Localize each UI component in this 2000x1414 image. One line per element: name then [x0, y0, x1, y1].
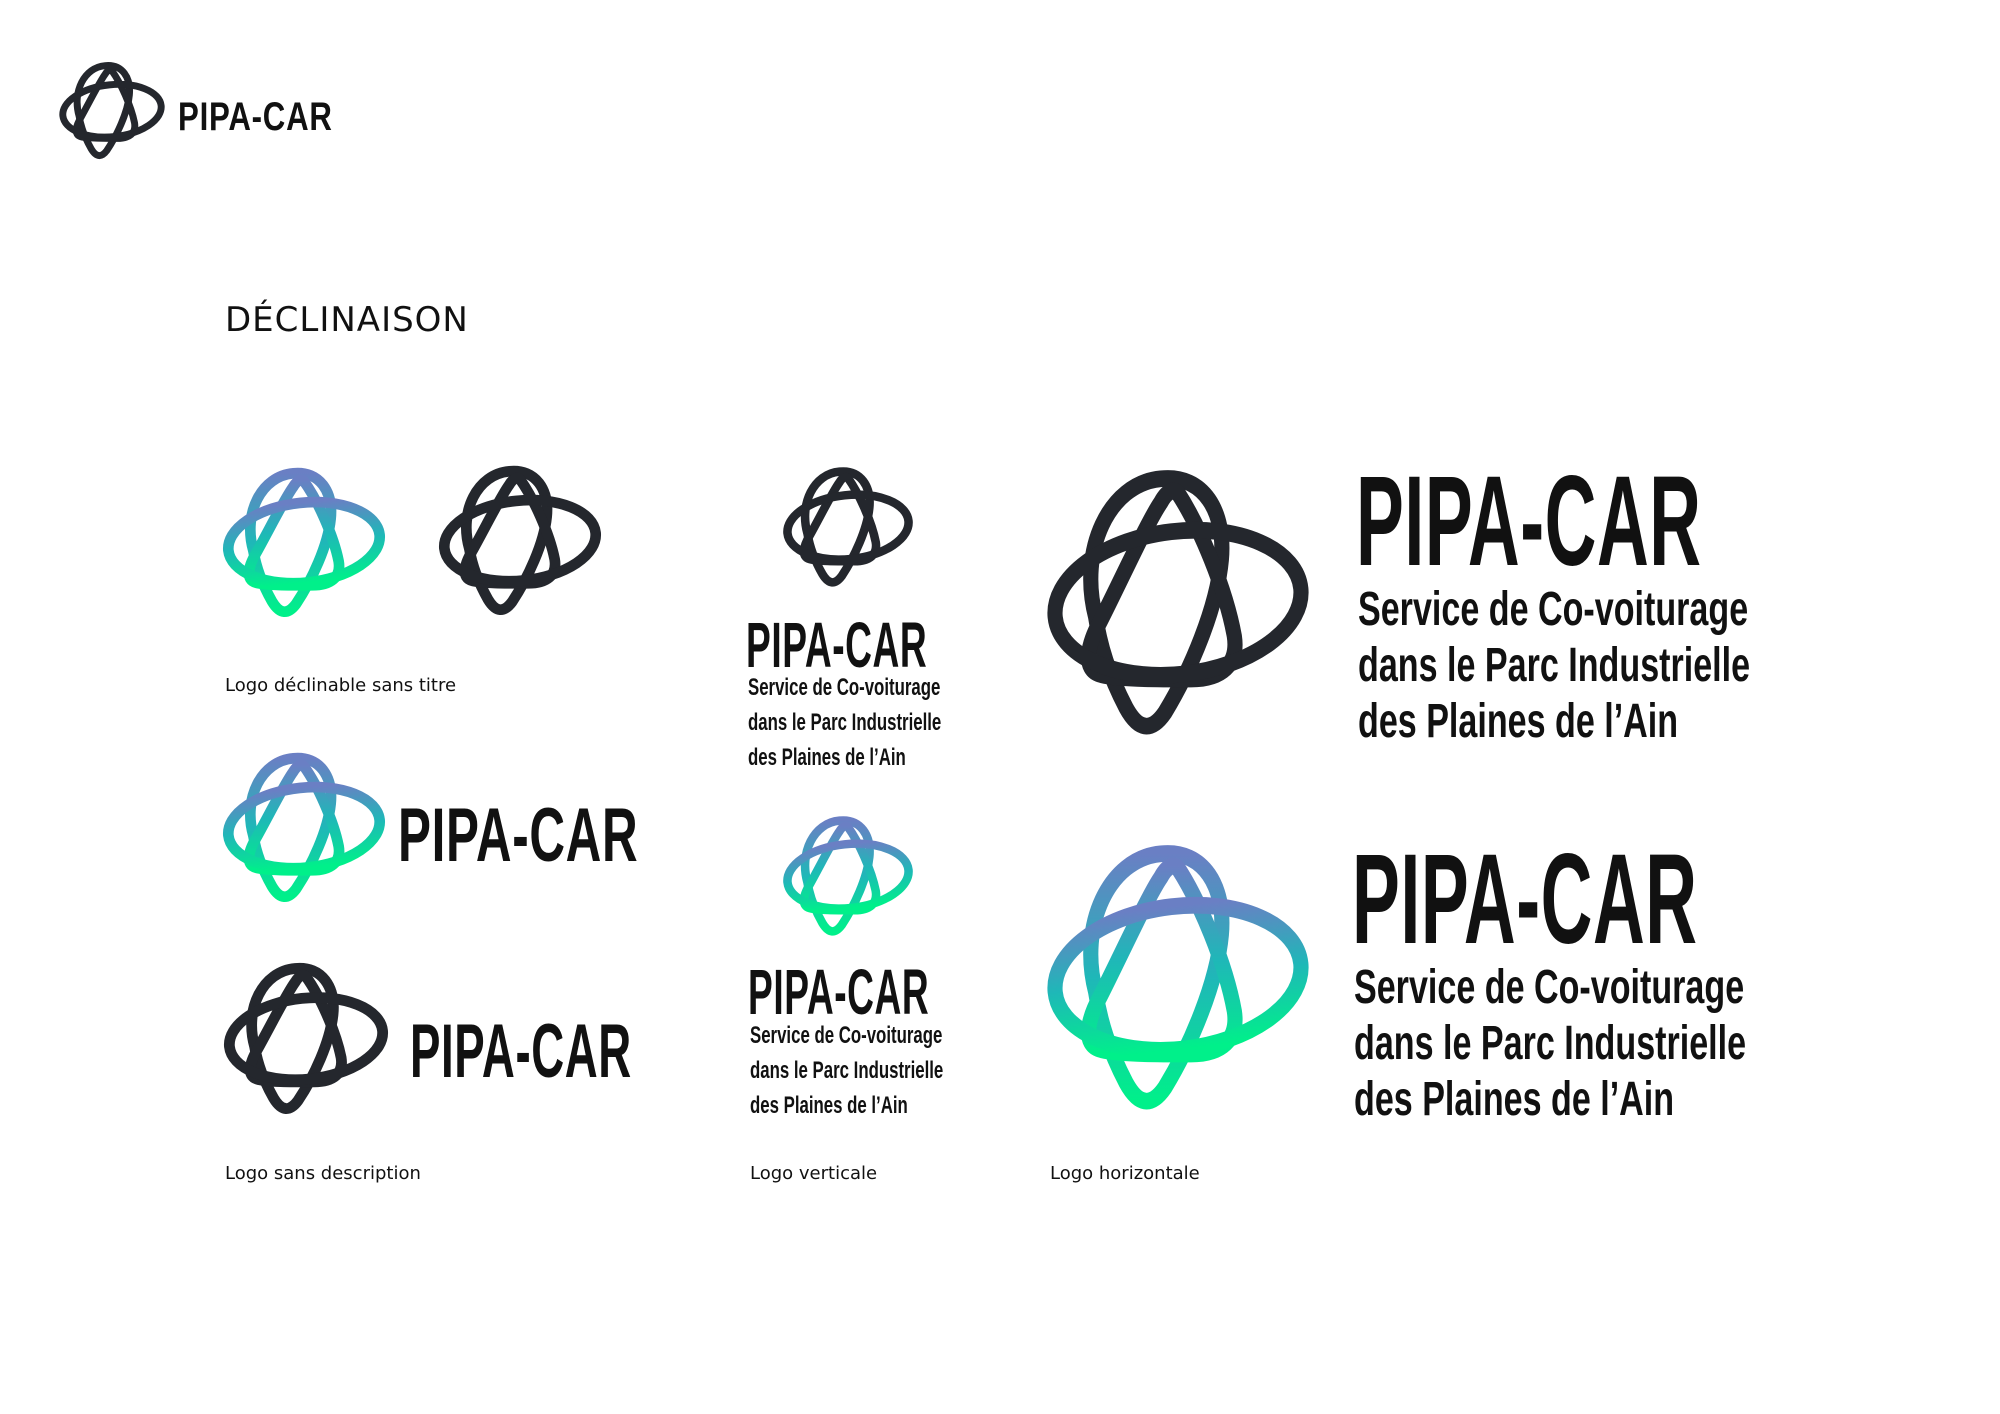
vertical-dark-logo-icon: [782, 461, 914, 589]
gradient-logo-icon: [223, 460, 385, 620]
caption-horizontale: Logo horizontale: [1050, 1163, 1200, 1184]
vertical-gradient-wordmark: PIPA-CAR: [748, 956, 930, 1028]
dark-logo-wordmark: PIPA-CAR: [410, 1009, 632, 1094]
vertical-gradient-description-line-2: dans le Parc Industrielle: [750, 1057, 944, 1084]
vertical-dark-description-line-1: Service de Co-voiturage: [748, 674, 941, 701]
caption-sans-description: Logo sans description: [225, 1163, 421, 1184]
vertical-gradient-description-line-1: Service de Co-voiturage: [750, 1022, 943, 1049]
horizontal-gradient-logo-icon: [1048, 830, 1308, 1116]
horizontal-gradient-description-line-1: Service de Co-voiturage: [1354, 961, 1745, 1014]
horizontal-gradient-description-line-2: dans le Parc Industrielle: [1354, 1017, 1747, 1070]
horizontal-dark-description-line-3: des Plaines de l’Ain: [1358, 695, 1679, 748]
horizontal-gradient-description-line-3: des Plaines de l’Ain: [1354, 1073, 1675, 1126]
horizontal-dark-logo-icon: [1048, 455, 1308, 741]
dark-logo-with-name-icon: [223, 955, 389, 1117]
horizontal-dark-wordmark: PIPA-CAR: [1356, 450, 1702, 593]
gradient-logo-wordmark: PIPA-CAR: [398, 793, 639, 878]
horizontal-dark-description-line-1: Service de Co-voiturage: [1358, 583, 1749, 636]
gradient-logo-with-name-icon: [223, 745, 385, 905]
horizontal-dark-description-line-2: dans le Parc Industrielle: [1358, 639, 1751, 692]
vertical-dark-wordmark: PIPA-CAR: [746, 609, 928, 681]
caption-verticale: Logo verticale: [750, 1163, 878, 1184]
caption-sans-titre: Logo déclinable sans titre: [225, 675, 457, 696]
header-logo-wordmark: PIPA-CAR: [178, 95, 333, 139]
vertical-gradient-description-line-3: des Plaines de l’Ain: [750, 1092, 908, 1119]
horizontal-gradient-wordmark: PIPA-CAR: [1352, 828, 1698, 971]
dark-logo-icon: [439, 458, 601, 618]
vertical-dark-description-line-2: dans le Parc Industrielle: [748, 709, 942, 736]
vertical-gradient-logo-icon: [782, 810, 914, 938]
vertical-dark-description-line-3: des Plaines de l’Ain: [748, 744, 906, 771]
section-title: DÉCLINAISON: [225, 300, 469, 340]
header-logo-icon: [57, 57, 167, 161]
